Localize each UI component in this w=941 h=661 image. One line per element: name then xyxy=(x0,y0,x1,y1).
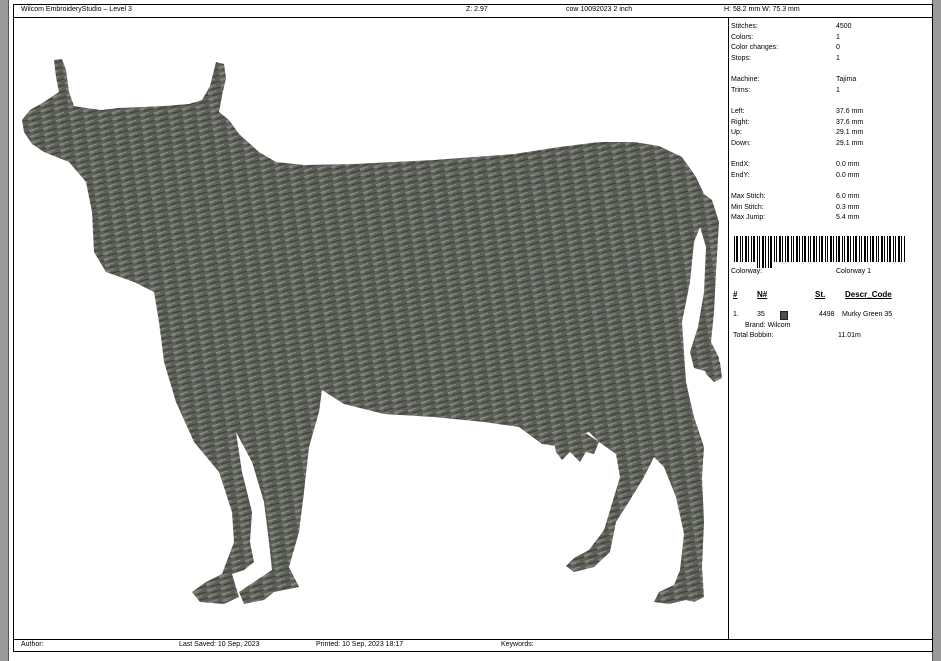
col-number-header: N# xyxy=(757,290,768,299)
left-value: 37.6 mm xyxy=(836,108,864,115)
thread-color-swatch xyxy=(780,311,788,320)
barcode xyxy=(734,236,905,268)
machine-value: Tajima xyxy=(836,76,857,83)
design-name: cow 10092023 2 inch xyxy=(566,6,633,13)
keywords-label: Keywords: xyxy=(501,641,534,648)
up-label: Up: xyxy=(731,129,742,136)
min-stitch-value: 0.3 mm xyxy=(836,204,860,211)
max-stitch-value: 6.0 mm xyxy=(836,193,860,200)
col-index-header: # xyxy=(733,290,738,299)
zoom-level: Z: 2.97 xyxy=(466,6,488,13)
colors-label: Colors: xyxy=(731,34,754,41)
colors-value: 1 xyxy=(836,34,840,41)
endy-value: 0.0 mm xyxy=(836,172,860,179)
colorway-label: Colorway: xyxy=(731,268,763,275)
stops-value: 1 xyxy=(836,55,840,62)
max-jump-label: Max Jump: xyxy=(731,214,766,221)
col-stitches-header: St. xyxy=(815,290,826,299)
color-changes-value: 0 xyxy=(836,44,840,51)
endx-label: EndX: xyxy=(731,161,751,168)
trims-value: 1 xyxy=(836,87,840,94)
row-descr: Murky Green 35 xyxy=(842,311,893,318)
up-value: 29.1 mm xyxy=(836,129,864,136)
right-value: 37.6 mm xyxy=(836,119,864,126)
stitches-value: 4500 xyxy=(836,23,852,30)
printed-date: Printed: 10 Sep, 2023 18:17 xyxy=(316,641,404,648)
down-value: 29.1 mm xyxy=(836,140,864,147)
trims-label: Trims: xyxy=(731,87,751,94)
machine-label: Machine: xyxy=(731,76,760,83)
color-changes-label: Color changes: xyxy=(731,44,779,51)
total-bobbin-value: 11.01m xyxy=(838,332,861,339)
colorway-value: Colorway 1 xyxy=(836,268,872,275)
down-label: Down: xyxy=(731,140,751,147)
design-canvas xyxy=(22,59,722,604)
total-bobbin-label: Total Bobbin: xyxy=(733,332,774,339)
design-size: H: 58.2 mm W: 75.3 mm xyxy=(724,6,800,13)
row-number: 35 xyxy=(757,311,765,318)
header-bar: Wilcom EmbroideryStudio – Level 3 Z: 2.9… xyxy=(8,4,933,17)
left-label: Left: xyxy=(731,108,745,115)
endx-value: 0.0 mm xyxy=(836,161,860,168)
row-brand: Brand: Wilcom xyxy=(745,322,791,329)
footer-bar: Author: Last Saved: 10 Sep, 2023 Printed… xyxy=(8,639,933,651)
last-saved: Last Saved: 10 Sep, 2023 xyxy=(179,641,260,648)
endy-label: EndY: xyxy=(731,172,750,179)
min-stitch-label: Min Stitch: xyxy=(731,204,764,211)
max-jump-value: 5.4 mm xyxy=(836,214,860,221)
max-stitch-label: Max Stitch: xyxy=(731,193,766,200)
cow-tail-tip xyxy=(704,362,722,382)
stops-label: Stops: xyxy=(731,55,751,62)
right-label: Right: xyxy=(731,119,750,126)
cow-embroidery xyxy=(22,59,720,604)
row-index: 1. xyxy=(733,311,739,318)
author-label: Author: xyxy=(21,641,44,648)
row-stitches: 4498 xyxy=(819,311,835,318)
app-title: Wilcom EmbroideryStudio – Level 3 xyxy=(21,6,132,13)
col-descr-header: Descr_Code xyxy=(845,290,892,299)
stitches-label: Stitches: xyxy=(731,23,758,30)
